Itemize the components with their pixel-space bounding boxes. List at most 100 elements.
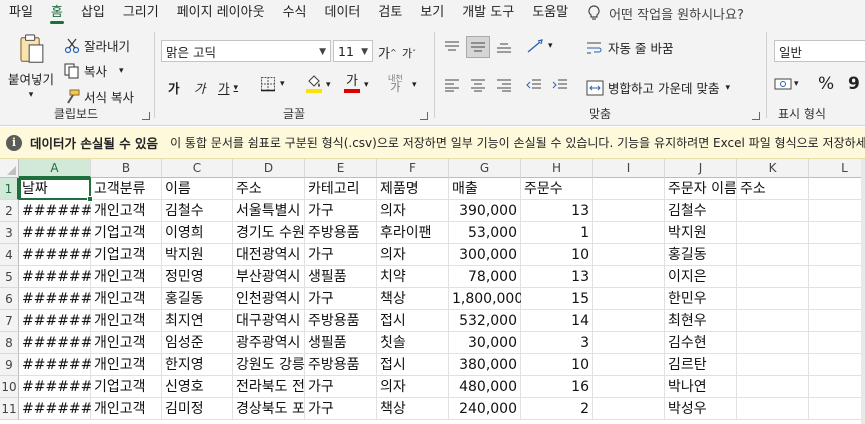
table-cell[interactable]: 경상북도 포: [233, 398, 305, 420]
increase-indent-button[interactable]: [552, 78, 568, 92]
comma-style-button[interactable]: 9: [848, 74, 860, 94]
table-cell[interactable]: [809, 398, 865, 420]
table-cell[interactable]: 김철수: [162, 200, 233, 222]
table-cell[interactable]: 생필품: [305, 266, 377, 288]
copy-button[interactable]: 복사 ▾: [64, 61, 124, 80]
table-cell[interactable]: 기업고객: [91, 244, 162, 266]
table-cell[interactable]: #######: [19, 266, 104, 288]
header-cell[interactable]: 카테고리: [305, 178, 377, 200]
column-header[interactable]: C: [162, 159, 233, 178]
table-cell[interactable]: 개인고객: [91, 332, 162, 354]
table-cell[interactable]: 390,000: [449, 200, 521, 222]
table-cell[interactable]: #######: [19, 222, 104, 244]
font-size-select[interactable]: 11 ▼: [333, 40, 373, 62]
table-cell[interactable]: 10: [521, 244, 593, 266]
table-cell[interactable]: 개인고객: [91, 398, 162, 420]
header-cell[interactable]: 매출: [449, 178, 521, 200]
row-header[interactable]: 3: [0, 222, 19, 244]
table-cell[interactable]: 개인고객: [91, 266, 162, 288]
table-cell[interactable]: 책상: [377, 288, 449, 310]
header-cell[interactable]: 주소: [233, 178, 305, 200]
table-cell[interactable]: 2: [521, 398, 593, 420]
table-cell[interactable]: 13: [521, 266, 593, 288]
table-cell[interactable]: 가구: [305, 376, 377, 398]
table-cell[interactable]: 전라북도 전: [233, 376, 305, 398]
copy-dropdown-icon[interactable]: ▾: [119, 66, 124, 76]
table-cell[interactable]: 주방용품: [305, 354, 377, 376]
grow-font-button[interactable]: 가 ^: [378, 43, 397, 62]
fill-color-button[interactable]: [306, 75, 322, 93]
alignment-dialog-launcher-icon[interactable]: [752, 112, 760, 120]
table-cell[interactable]: [737, 376, 809, 398]
table-cell[interactable]: [737, 288, 809, 310]
table-cell[interactable]: 정민영: [162, 266, 233, 288]
header-cell[interactable]: 날짜: [19, 178, 91, 200]
table-cell[interactable]: 접시: [377, 310, 449, 332]
italic-button[interactable]: 가: [194, 78, 206, 97]
header-cell[interactable]: 고객분류: [91, 178, 162, 200]
table-cell[interactable]: 후라이팬: [377, 222, 449, 244]
font-color-button[interactable]: 가: [344, 75, 360, 93]
table-cell[interactable]: 1,800,000: [449, 288, 523, 310]
align-top-button[interactable]: [444, 40, 460, 54]
table-cell[interactable]: 가구: [305, 288, 377, 310]
borders-button[interactable]: ▾: [260, 76, 285, 92]
table-cell[interactable]: 대구광역시: [233, 310, 305, 332]
table-cell[interactable]: [809, 354, 865, 376]
table-cell[interactable]: 광주광역시: [233, 332, 305, 354]
row-header[interactable]: 5: [0, 266, 19, 288]
table-cell[interactable]: 칫솔: [377, 332, 449, 354]
table-cell[interactable]: 부산광역시: [233, 266, 305, 288]
table-cell[interactable]: [737, 398, 809, 420]
table-cell[interactable]: 홍길동: [162, 288, 233, 310]
header-cell[interactable]: [809, 178, 865, 200]
header-cell[interactable]: 주문수: [521, 178, 593, 200]
table-cell[interactable]: 기업고객: [91, 376, 162, 398]
table-cell[interactable]: [593, 288, 665, 310]
table-cell[interactable]: [737, 332, 809, 354]
cut-button[interactable]: 잘라내기: [64, 36, 130, 55]
accounting-format-button[interactable]: ▾: [774, 76, 799, 92]
column-header[interactable]: A: [19, 159, 91, 178]
table-cell[interactable]: 380,000: [449, 354, 521, 376]
shrink-font-button[interactable]: 가ˇ: [402, 45, 416, 61]
table-cell[interactable]: 박지원: [162, 244, 233, 266]
table-cell[interactable]: 15: [521, 288, 593, 310]
table-cell[interactable]: [593, 244, 665, 266]
orientation-dropdown-icon[interactable]: ▾: [548, 41, 553, 51]
column-header[interactable]: H: [521, 159, 593, 178]
menu-tab[interactable]: 수식: [274, 0, 316, 26]
menu-tab[interactable]: 홈: [42, 0, 72, 26]
table-cell[interactable]: #######: [19, 288, 104, 310]
table-cell[interactable]: 치약: [377, 266, 449, 288]
table-cell[interactable]: 532,000: [449, 310, 521, 332]
table-cell[interactable]: [809, 222, 865, 244]
table-cell[interactable]: 대전광역시: [233, 244, 305, 266]
table-cell[interactable]: [809, 332, 865, 354]
table-cell[interactable]: 주방용품: [305, 222, 377, 244]
table-cell[interactable]: #######: [19, 310, 104, 332]
table-cell[interactable]: [809, 244, 865, 266]
row-header[interactable]: 1: [0, 178, 19, 200]
paste-button[interactable]: 붙여넣기 ▾: [6, 34, 56, 100]
table-cell[interactable]: #######: [19, 354, 104, 376]
table-cell[interactable]: [737, 244, 809, 266]
underline-button[interactable]: 가 ▾: [218, 78, 238, 97]
header-cell[interactable]: 제품명: [377, 178, 449, 200]
spreadsheet-grid[interactable]: A B C D E F G H I J K L 1 날짜 고객분류 이름 주소 카테고리 제품명 매출 주문수 주문자 이…: [0, 159, 865, 424]
menu-tab[interactable]: 삽입: [72, 0, 114, 26]
header-cell[interactable]: 이름: [162, 178, 233, 200]
table-cell[interactable]: #######: [19, 398, 104, 420]
number-format-select[interactable]: 일반: [774, 40, 865, 62]
wrap-text-button[interactable]: 자동 줄 바꿈: [586, 38, 673, 57]
table-cell[interactable]: [593, 310, 665, 332]
tell-me-box[interactable]: 어떤 작업을 원하시나요?: [587, 4, 744, 23]
align-bottom-button[interactable]: [496, 40, 512, 54]
row-header[interactable]: 11: [0, 398, 19, 420]
table-cell[interactable]: 기업고객: [91, 222, 162, 244]
borders-dropdown-icon[interactable]: ▾: [280, 79, 285, 89]
row-header[interactable]: 9: [0, 354, 19, 376]
table-cell[interactable]: 이영희: [162, 222, 233, 244]
column-header[interactable]: G: [449, 159, 521, 178]
table-cell[interactable]: 480,000: [449, 376, 521, 398]
